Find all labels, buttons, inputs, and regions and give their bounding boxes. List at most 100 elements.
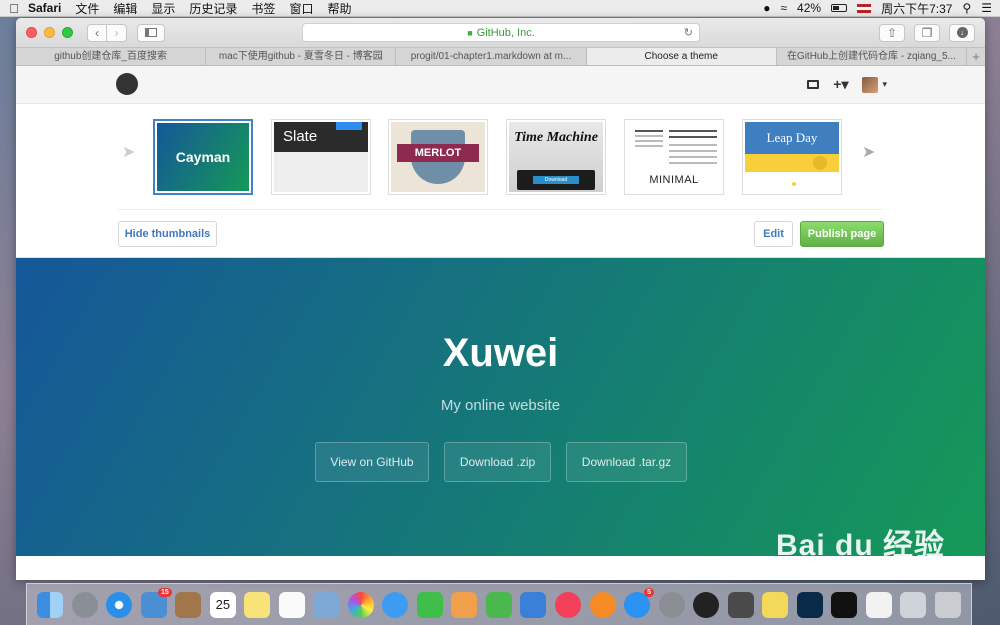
view-on-github-button[interactable]: View on GitHub — [315, 442, 429, 482]
prev-theme-arrow-icon[interactable]: ➤ — [122, 142, 135, 162]
tab-cnblogs[interactable]: mac下使用github - 夏雪冬日 - 博客园 — [206, 48, 397, 65]
stickies-icon[interactable] — [762, 591, 789, 618]
launchpad-icon[interactable] — [71, 591, 98, 618]
sublime-icon[interactable] — [727, 591, 754, 618]
hide-thumbnails-button[interactable]: Hide thumbnails — [118, 221, 217, 247]
clock[interactable]: 周六下午7:37 — [881, 0, 952, 17]
apple-icon[interactable]:  — [0, 1, 28, 16]
chevron-right-icon: › — [114, 25, 119, 40]
slate-ribbon — [336, 122, 362, 130]
tabs-overview-button[interactable]: ❐ — [914, 23, 940, 42]
spotlight-icon[interactable]: ⚲ — [962, 1, 971, 15]
qq-icon[interactable] — [693, 591, 720, 618]
flag-icon[interactable] — [857, 3, 872, 13]
wifi-icon[interactable]: ≈ — [780, 1, 787, 15]
sidebar-button[interactable] — [137, 23, 165, 42]
safari-icon[interactable] — [106, 591, 133, 618]
address-bar[interactable]: ■ GitHub, Inc. ↻ — [302, 23, 700, 42]
menu-file[interactable]: 文件 — [75, 0, 99, 17]
theme-label-merlot: MERLOT — [414, 147, 462, 159]
tab-choose-theme[interactable]: Choose a theme — [586, 48, 777, 65]
menu-edit[interactable]: 编辑 — [113, 0, 137, 17]
theme-thumb-leap-day[interactable]: Leap Day — [742, 119, 842, 195]
theme-thumb-merlot[interactable]: MERLOT — [388, 119, 488, 195]
minimize-button[interactable] — [44, 27, 55, 38]
app-store-icon[interactable]: 5 — [624, 587, 655, 618]
merlot-shield: MERLOT — [397, 130, 479, 184]
downloads-button[interactable]: ↓ — [949, 23, 975, 42]
system-preferences-icon[interactable] — [658, 591, 685, 618]
lock-icon: ■ — [467, 27, 473, 38]
theme-label-time-machine: Time Machine — [514, 130, 598, 145]
next-theme-arrow-icon[interactable]: ➤ — [862, 142, 875, 162]
theme-label-cayman: Cayman — [175, 149, 231, 165]
tab-baidu-search[interactable]: github创建仓库_百度搜索 — [16, 48, 207, 65]
create-new-icon[interactable]: +▾ — [833, 76, 848, 93]
site-tagline: My online website — [440, 397, 561, 414]
ibooks-icon[interactable] — [589, 591, 616, 618]
edit-button[interactable]: Edit — [754, 221, 793, 247]
keynote-icon[interactable] — [520, 591, 547, 618]
reminders-icon[interactable] — [278, 591, 305, 618]
menu-window[interactable]: 窗口 — [289, 0, 313, 17]
menu-history[interactable]: 历史记录 — [189, 0, 237, 17]
preview-icon[interactable] — [313, 591, 340, 618]
terminal-icon[interactable] — [831, 591, 858, 618]
theme-thumb-slate[interactable]: Slate — [271, 119, 371, 195]
menu-view[interactable]: 显示 — [151, 0, 175, 17]
numbers-icon[interactable] — [485, 591, 512, 618]
contacts-icon[interactable] — [175, 591, 202, 618]
theme-thumb-cayman[interactable]: Cayman — [153, 119, 253, 195]
notes-icon[interactable] — [244, 591, 271, 618]
theme-label-minimal: MINIMAL — [649, 174, 699, 186]
notification-center-icon[interactable]: ☰ — [981, 1, 992, 15]
status-area: ● ≈ 42% 周六下午7:37 ⚲ ☰ — [763, 0, 1000, 17]
theme-thumb-time-machine[interactable]: Time Machine Download — [506, 119, 606, 195]
tab-progit[interactable]: progit/01-chapter1.markdown at m... — [396, 48, 587, 65]
tab-create-repo[interactable]: 在GitHub上创建代码仓库 - zqiang_5... — [777, 48, 968, 65]
battery-icon[interactable] — [831, 4, 848, 12]
messages-icon[interactable] — [382, 591, 409, 618]
avatar[interactable] — [862, 76, 879, 93]
mail-badge: 15 — [158, 587, 172, 597]
back-button[interactable]: ‹ — [87, 23, 107, 42]
download-targz-button[interactable]: Download .tar.gz — [566, 442, 687, 482]
chevron-down-icon[interactable]: ▾ — [882, 79, 887, 90]
watermark-url: jingyan.baidu.com — [840, 564, 945, 579]
theme-thumb-minimal[interactable]: MINIMAL — [624, 119, 724, 195]
new-tab-button[interactable]: + — [967, 48, 985, 65]
zoom-button[interactable] — [62, 27, 73, 38]
github-logo-icon[interactable] — [116, 73, 138, 95]
menu-help[interactable]: 帮助 — [327, 0, 351, 17]
merlot-banner: MERLOT — [397, 144, 479, 162]
photos-icon[interactable] — [347, 591, 374, 618]
menu-bookmarks[interactable]: 书签 — [251, 0, 275, 17]
safari-toolbar: ‹ › ■ GitHub, Inc. ↻ ⇧ ❐ ↓ — [16, 18, 985, 47]
pages-icon[interactable] — [451, 591, 478, 618]
share-button[interactable]: ⇧ — [879, 23, 905, 42]
download-icon: ↓ — [956, 27, 968, 38]
qq-status-icon[interactable]: ● — [763, 1, 770, 15]
itunes-icon[interactable] — [554, 591, 581, 618]
reload-icon[interactable]: ↻ — [684, 26, 693, 39]
menu-app[interactable]: Safari — [28, 1, 61, 15]
chevron-left-icon: ‹ — [95, 25, 99, 40]
publish-page-button[interactable]: Publish page — [800, 221, 884, 247]
mail-icon[interactable]: 15 — [140, 587, 172, 618]
document-icon[interactable] — [865, 591, 892, 618]
close-button[interactable] — [26, 27, 37, 38]
notifications-icon[interactable] — [807, 80, 820, 89]
address-text: GitHub, Inc. — [476, 26, 535, 39]
minimal-lines — [635, 130, 663, 132]
trash-icon[interactable] — [934, 591, 961, 618]
battery-percent[interactable]: 42% — [797, 1, 821, 15]
finder-icon[interactable] — [37, 591, 64, 618]
download-zip-button[interactable]: Download .zip — [444, 442, 551, 482]
forward-button[interactable]: › — [107, 23, 127, 42]
facetime-icon[interactable] — [416, 591, 443, 618]
downloads-stack-icon[interactable] — [900, 591, 927, 618]
slate-header: Slate — [274, 122, 368, 152]
photoshop-icon[interactable] — [796, 591, 823, 618]
calendar-icon[interactable]: 25 — [209, 591, 236, 618]
site-title: Xuwei — [442, 331, 559, 375]
